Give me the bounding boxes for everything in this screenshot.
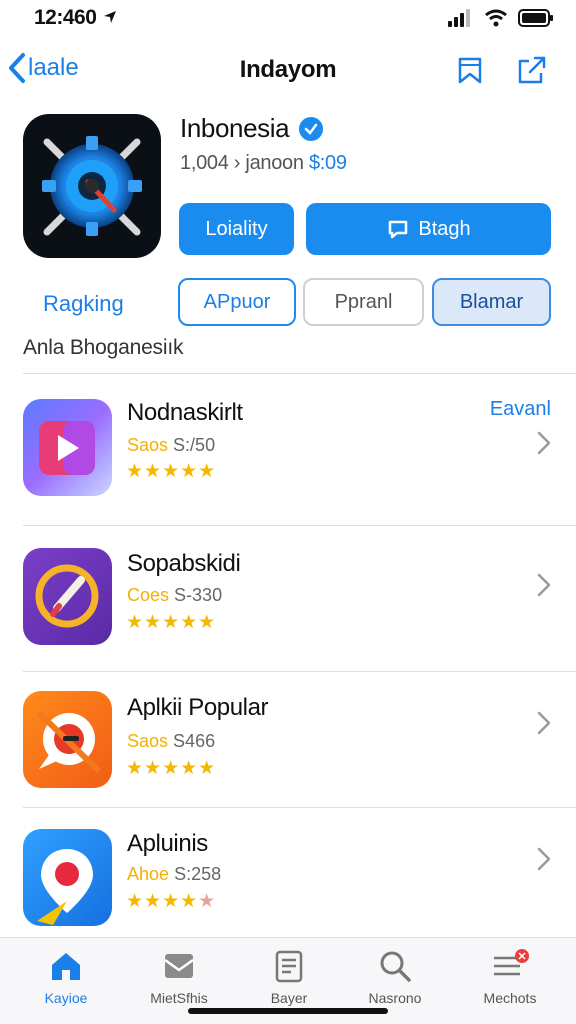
star-rating: ★★★★★ — [126, 461, 217, 482]
tab-label: Kayioe — [44, 990, 88, 1006]
share-icon — [518, 56, 546, 84]
star-rating: ★★★★★ — [126, 612, 217, 633]
chevron-right-icon — [537, 847, 551, 871]
page-title: Indaуom — [239, 56, 337, 83]
gear-tools-icon — [42, 136, 142, 236]
tab-search[interactable]: Nasrono — [345, 946, 445, 1006]
app-name-text: Inbonesia — [180, 113, 290, 143]
star-rating: ★★★★★ — [126, 891, 217, 912]
list-item-title: Nodnaskirlt — [127, 399, 243, 426]
list-item[interactable]: Apluinis Ahoe S:258 ★★★★★ — [0, 820, 576, 950]
price-tag: Saos — [127, 731, 169, 751]
price-tag: Ahoe — [127, 864, 170, 884]
tab-label: Mechots — [483, 990, 537, 1006]
compass-icon — [23, 548, 112, 645]
search-icon — [345, 946, 445, 986]
list-item-price: Coes S-330 — [127, 585, 222, 606]
chevron-right-icon — [537, 431, 551, 455]
tab-inbox[interactable]: MietSfhis — [129, 946, 229, 1006]
price-tag: Coes — [127, 585, 170, 605]
price-tag: Saos — [127, 435, 169, 455]
tab-home[interactable]: Kayioe — [16, 946, 116, 1006]
document-icon — [239, 946, 339, 986]
status-bar: 12:460 — [0, 0, 576, 36]
status-indicators — [448, 9, 554, 27]
filter-pill-3-active[interactable]: Blamar — [432, 278, 551, 326]
map-pin-icon — [23, 829, 112, 926]
divider — [23, 807, 576, 808]
price-value: S:258 — [174, 864, 222, 884]
app-subtitle: 1,004 › janoon $:09 — [180, 152, 347, 175]
filter-pill-1[interactable]: APpuor — [178, 278, 296, 326]
star-rating: ★★★★★ — [126, 758, 217, 779]
battery-icon — [518, 9, 553, 27]
bookmark-icon — [458, 57, 482, 84]
app-name: Inbonesia — [180, 113, 324, 144]
price-value: S-330 — [174, 585, 223, 605]
chat-bubble-icon — [23, 691, 112, 788]
primary-action-button[interactable]: Loiality — [179, 203, 294, 255]
list-item-title: Apluinis — [127, 830, 208, 857]
nav-bar: laale Indaуom — [0, 44, 576, 96]
app-subtitle-text: 1,004 › janoon — [180, 152, 304, 174]
tab-label: Bayer — [270, 990, 308, 1006]
chevron-right-icon — [537, 711, 551, 735]
verified-badge-icon — [299, 116, 324, 141]
app-price: $:09 — [308, 152, 347, 174]
message-button-label: Btagh — [418, 217, 471, 240]
tab-menu[interactable]: Mechots — [460, 946, 560, 1006]
list-item-price: Ahoe S:258 — [127, 864, 221, 885]
app-icon[interactable] — [23, 114, 161, 258]
status-time: 12:460 — [34, 6, 118, 30]
share-button[interactable] — [514, 52, 550, 88]
signal-icon — [448, 9, 470, 27]
bookmark-button[interactable] — [452, 52, 488, 88]
home-indicator[interactable] — [188, 1008, 388, 1014]
location-arrow-icon — [103, 11, 116, 23]
divider — [23, 671, 576, 672]
divider — [23, 525, 576, 526]
inbox-icon — [129, 946, 229, 986]
chat-icon — [389, 220, 408, 239]
price-value: S:/50 — [173, 435, 216, 455]
tab-label: Nasrono — [368, 990, 422, 1006]
divider — [23, 373, 576, 374]
home-icon — [16, 946, 116, 986]
tab-label: MietSfhis — [150, 990, 208, 1006]
list-item-title: Sopabskidi — [127, 550, 241, 577]
ranking-link[interactable]: Ragking — [43, 291, 124, 317]
list-item[interactable]: Sopabskidi Coes S-330 ★★★★★ — [0, 540, 576, 670]
list-item[interactable]: Aplkii Popular Saos S466 ★★★★★ — [0, 686, 576, 816]
menu-icon — [460, 946, 560, 986]
list-item-action-link[interactable]: Eavanl — [490, 398, 551, 421]
section-title: Anla Bhoganesiık — [23, 336, 184, 359]
tab-document[interactable]: Bayer — [239, 946, 339, 1006]
primary-action-label: Loiality — [205, 217, 268, 240]
wifi-icon — [485, 9, 507, 27]
price-value: S466 — [173, 731, 216, 751]
list-item-title: Aplkii Popular — [127, 694, 269, 721]
message-button[interactable]: Btagh — [306, 203, 551, 255]
list-item-price: Saos S466 — [127, 731, 215, 752]
filter-pill-2[interactable]: Ppranl — [303, 278, 424, 326]
list-item-price: Saos S:/50 — [127, 435, 215, 456]
video-play-icon — [23, 399, 112, 496]
list-item[interactable]: Nodnaskirlt Saos S:/50 ★★★★★ Eavanl — [0, 390, 576, 520]
chevron-right-icon — [537, 573, 551, 597]
